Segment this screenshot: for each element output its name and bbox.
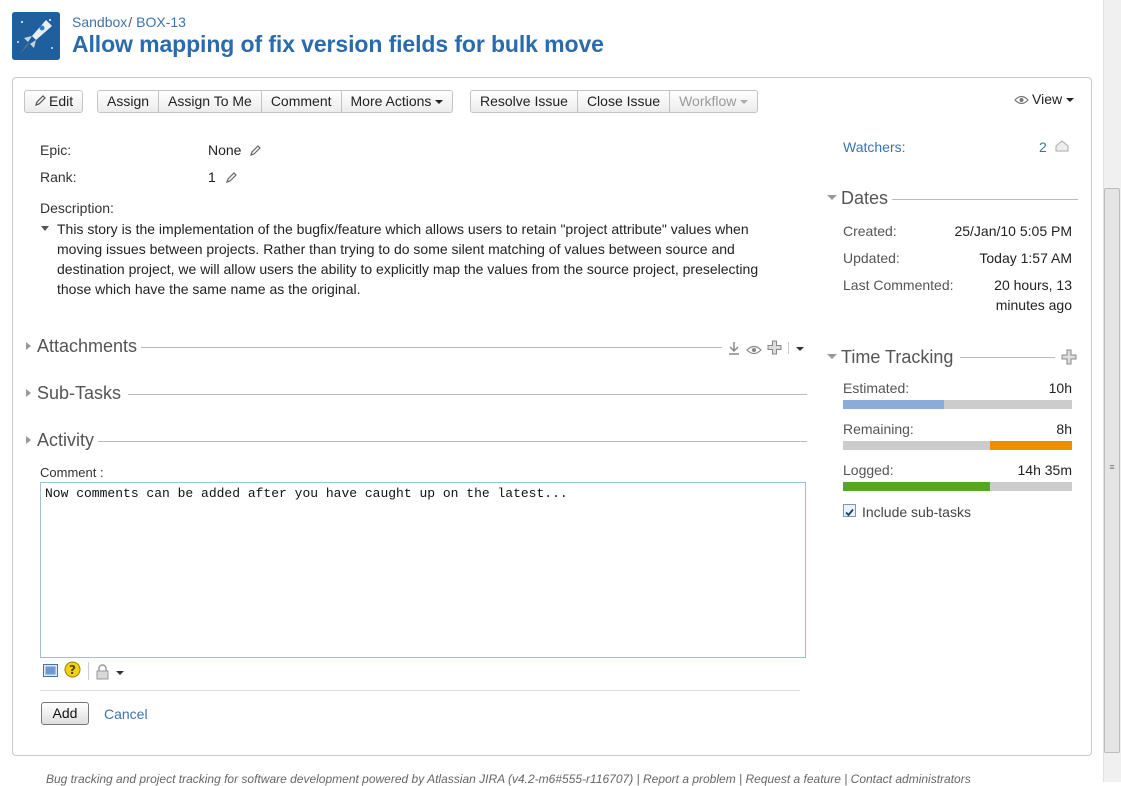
action-button-group: Assign Assign To Me Comment More Actions: [97, 90, 454, 113]
breadcrumb-issue-link[interactable]: BOX-13: [136, 14, 186, 30]
collapse-time-tracking-icon[interactable]: [827, 354, 837, 359]
include-subtasks-checkbox[interactable]: [843, 504, 856, 517]
log-work-add-icon[interactable]: [1061, 349, 1077, 368]
last-commented-value-line2: minutes ago: [995, 297, 1072, 313]
estimated-value: 10h: [1048, 380, 1072, 396]
checkmark-icon: [845, 508, 854, 517]
edit-button-group: Edit: [24, 90, 84, 113]
assign-button[interactable]: Assign: [98, 91, 160, 112]
more-actions-label: More Actions: [350, 93, 432, 109]
chevron-down-icon: [740, 100, 749, 105]
description-text: This story is the implementation of the …: [57, 221, 759, 297]
sort-icon[interactable]: [727, 341, 741, 358]
updated-label: Updated:: [843, 250, 900, 266]
edit-button-label: Edit: [49, 93, 74, 109]
chevron-down-icon: [435, 100, 444, 105]
collapse-triangle-icon[interactable]: [41, 226, 49, 231]
remaining-value: 8h: [1056, 421, 1072, 437]
attachments-divider: [140, 347, 722, 348]
workflow-button[interactable]: Workflow: [670, 91, 757, 112]
scrollbar-grip-icon: ≡: [1109, 462, 1115, 472]
expand-triangle-icon[interactable]: [26, 342, 31, 350]
remaining-bar: [843, 441, 1072, 450]
chevron-down-icon[interactable]: [796, 347, 804, 351]
updated-value: Today 1:57 AM: [979, 250, 1072, 266]
expand-triangle-icon[interactable]: [26, 436, 31, 444]
attachments-heading[interactable]: Attachments: [37, 336, 142, 357]
eye-icon[interactable]: [746, 342, 762, 358]
workflow-label: Workflow: [679, 93, 737, 109]
created-value: 25/Jan/10 5:05 PM: [954, 223, 1072, 239]
watchers-count[interactable]: 2: [1039, 139, 1047, 155]
epic-label: Epic:: [40, 142, 72, 158]
subtasks-heading[interactable]: Sub-Tasks: [37, 383, 126, 404]
logged-bar-fill: [843, 482, 990, 491]
breadcrumb: Sandbox/BOX-13: [72, 14, 186, 30]
watch-icon[interactable]: [1055, 139, 1069, 155]
help-icon[interactable]: ?: [64, 661, 81, 681]
time-tracking-heading[interactable]: Time Tracking: [841, 347, 958, 368]
view-button-label: View: [1032, 91, 1063, 107]
logged-value: 14h 35m: [1017, 462, 1072, 478]
last-commented-value-line1: 20 hours, 13: [994, 277, 1072, 293]
pencil-icon: [34, 92, 46, 113]
edit-button[interactable]: Edit: [25, 91, 82, 112]
comment-textarea[interactable]: Now comments can be added after you have…: [40, 482, 806, 658]
comment-divider: [40, 690, 800, 691]
breadcrumb-project-link[interactable]: Sandbox: [72, 14, 127, 30]
activity-heading[interactable]: Activity: [37, 430, 99, 451]
attachments-options-divider: [788, 342, 789, 354]
comment-toolbar-divider: [88, 662, 89, 680]
rank-label: Rank:: [40, 169, 77, 185]
edit-rank-pencil-icon[interactable]: [225, 171, 237, 187]
remaining-bar-fill: [989, 441, 1072, 450]
close-issue-button[interactable]: Close Issue: [578, 91, 671, 112]
workflow-button-group: Resolve Issue Close Issue Workflow: [470, 90, 759, 113]
add-attachment-icon[interactable]: [767, 340, 782, 358]
rank-value: 1: [208, 169, 216, 185]
breadcrumb-separator: /: [128, 14, 133, 30]
wiki-preview-icon[interactable]: [43, 664, 58, 680]
estimated-bar-fill: [843, 400, 944, 409]
add-comment-button[interactable]: Add: [41, 702, 89, 725]
include-subtasks-label[interactable]: Include sub-tasks: [862, 504, 971, 520]
svg-text:?: ?: [69, 663, 76, 677]
edit-epic-pencil-icon[interactable]: [249, 144, 261, 160]
estimated-label: Estimated:: [843, 380, 910, 396]
expand-triangle-icon[interactable]: [26, 389, 31, 397]
chevron-down-icon[interactable]: [116, 671, 124, 675]
eye-icon: [1014, 92, 1029, 108]
subtasks-divider: [128, 394, 807, 395]
resolve-issue-button[interactable]: Resolve Issue: [471, 91, 578, 112]
created-label: Created:: [843, 223, 897, 239]
view-button[interactable]: View: [1014, 91, 1075, 108]
chevron-down-icon: [1066, 98, 1075, 103]
last-commented-label: Last Commented:: [843, 277, 954, 293]
logged-label: Logged:: [843, 462, 894, 478]
dates-divider: [890, 199, 1078, 200]
comment-button[interactable]: Comment: [262, 91, 342, 112]
dates-heading[interactable]: Dates: [841, 188, 893, 209]
time-tracking-divider: [960, 357, 1055, 358]
logged-bar: [843, 482, 1072, 491]
assign-to-me-button[interactable]: Assign To Me: [159, 91, 262, 112]
page-footer: Bug tracking and project tracking for so…: [46, 772, 971, 786]
collapse-dates-icon[interactable]: [827, 195, 837, 200]
cancel-comment-link[interactable]: Cancel: [104, 706, 148, 722]
activity-divider: [98, 441, 807, 442]
project-avatar[interactable]: [12, 12, 60, 60]
more-actions-button[interactable]: More Actions: [342, 91, 453, 112]
epic-value: None: [208, 142, 242, 158]
description-label: Description:: [40, 200, 114, 216]
lock-icon[interactable]: [95, 664, 110, 683]
issue-title: Allow mapping of fix version fields for …: [72, 31, 604, 57]
comment-label: Comment :: [40, 465, 104, 480]
watchers-link[interactable]: Watchers:: [843, 139, 906, 155]
remaining-label: Remaining:: [843, 421, 914, 437]
estimated-bar: [843, 400, 1072, 409]
